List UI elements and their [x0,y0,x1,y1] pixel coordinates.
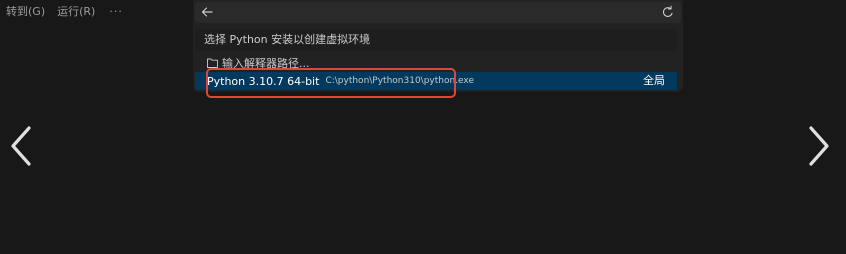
python-interpreter-item[interactable]: Python 3.10.7 64-bit C:\python\Python310… [195,72,677,90]
folder-icon [207,58,218,68]
menu-more-button[interactable]: ··· [101,0,129,24]
chevron-right-icon[interactable] [804,124,834,168]
interpreter-quick-pick: 选择 Python 安装以创建虚拟环境 输入解释器路径... Python 3.… [193,0,683,92]
quick-pick-input[interactable] [195,2,681,23]
arrow-left-icon[interactable] [199,4,215,20]
chevron-left-icon[interactable] [6,124,36,168]
interpreter-path: C:\python\Python310\python.exe [325,76,475,86]
screen: 转到(G) 运行(R) ··· 选择 Python 安装以创建虚拟环境 输入解释… [0,0,846,254]
enter-path-label: 输入解释器路径... [222,56,310,70]
quick-pick-title: 选择 Python 安装以创建虚拟环境 [195,29,677,51]
enter-interpreter-path-item[interactable]: 输入解释器路径... [195,54,677,71]
interpreter-scope-badge: 全局 [643,74,665,87]
menu-goto[interactable]: 转到(G) [0,0,51,24]
menu-run[interactable]: 运行(R) [51,0,101,24]
interpreter-name: Python 3.10.7 64-bit [207,74,320,88]
menu-bar: 转到(G) 运行(R) ··· [0,0,129,24]
refresh-icon[interactable] [661,5,675,19]
